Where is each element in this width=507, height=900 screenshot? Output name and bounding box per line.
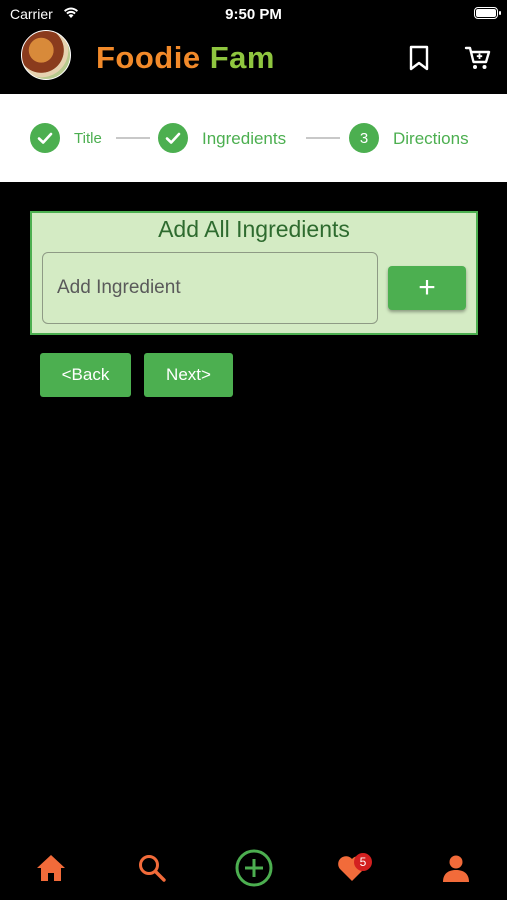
avatar[interactable] (21, 30, 71, 80)
step-3-number[interactable]: 3 (349, 123, 379, 153)
step-connector (306, 137, 340, 139)
add-circle-icon[interactable] (234, 848, 274, 888)
profile-icon[interactable] (436, 848, 476, 888)
add-ingredient-button[interactable]: + (388, 266, 466, 310)
cart-icon[interactable] (464, 44, 492, 77)
step-label-ingredients[interactable]: Ingredients (202, 129, 286, 149)
app-bar: Foodie Fam (0, 28, 507, 94)
step-1-check-icon[interactable] (30, 123, 60, 153)
ingredients-card: Add All Ingredients + (30, 211, 478, 335)
step-label-directions[interactable]: Directions (393, 129, 469, 149)
brand-word-1: Foodie (96, 40, 201, 75)
favorites-badge: 5 (354, 853, 372, 871)
status-bar: Carrier 9:50 PM (0, 0, 507, 28)
brand-word-2: Fam (209, 40, 275, 75)
card-title: Add All Ingredients (158, 216, 350, 242)
home-icon[interactable] (31, 848, 71, 888)
search-icon[interactable] (132, 848, 172, 888)
battery-icon (474, 7, 501, 19)
clock: 9:50 PM (225, 6, 282, 23)
step-connector (116, 137, 150, 139)
recipe-stepper: Title Ingredients 3 Directions (0, 94, 507, 182)
brand-logo: Foodie Fam (96, 40, 275, 76)
back-button[interactable]: <Back (40, 353, 131, 397)
next-button[interactable]: Next> (144, 353, 233, 397)
bookmark-icon[interactable] (406, 44, 432, 77)
step-2-check-icon[interactable] (158, 123, 188, 153)
ingredient-input[interactable] (42, 252, 378, 324)
step-label-title[interactable]: Title (74, 130, 102, 147)
bottom-nav (0, 840, 507, 900)
